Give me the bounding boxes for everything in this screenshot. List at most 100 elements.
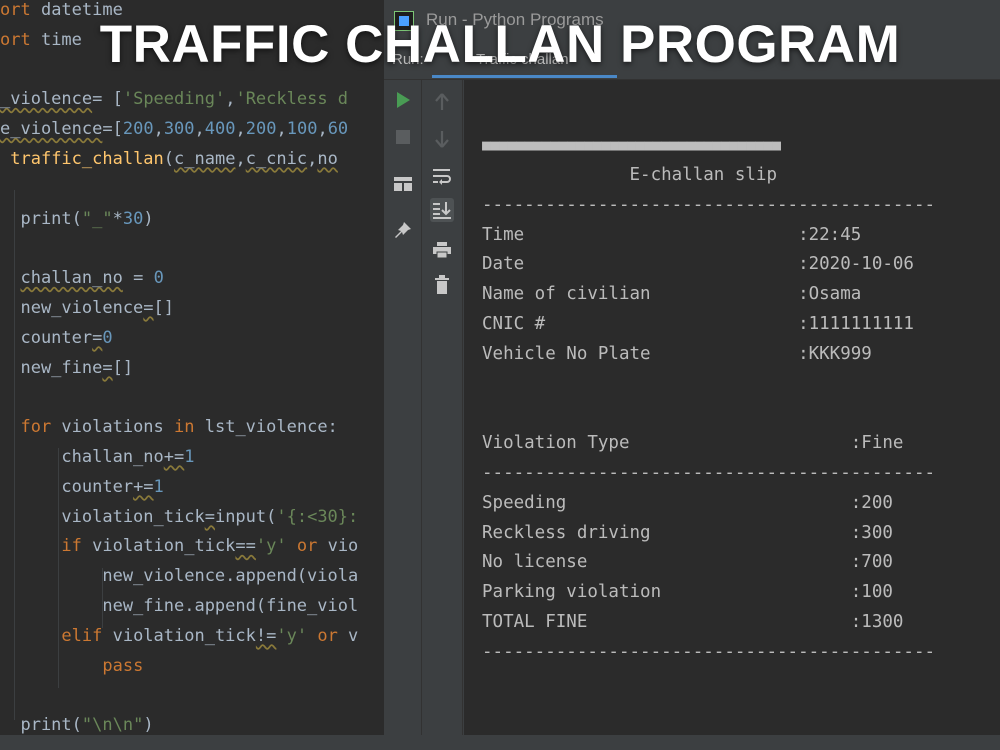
soft-wrap-icon[interactable] [430,164,454,188]
console-line: CNIC # :1111111111 [482,314,914,334]
trash-icon[interactable] [430,273,454,297]
code-line: traffic_challan(c_name,c_cnic,no [0,147,338,171]
code-token: print( [0,715,82,736]
console-line: No license :700 [482,552,893,572]
code-line: _violence= ['Speeding','Reckless d [0,87,348,111]
console-output[interactable]: ■■■■■■■■■■■■■■■■■■■■■■■■■■■■■■■■■■■ E-ch… [464,80,1000,750]
code-token: c_name [174,149,236,169]
code-token: new_fine [0,357,103,378]
code-token: != [255,625,277,646]
code-editor[interactable]: ort datetime ort time _violence= ['Speedi… [0,0,384,750]
overlay-title: TRAFFIC CHALLAN PROGRAM [99,15,901,74]
code-line: challan_no+=1 [0,445,195,469]
play-icon[interactable] [391,88,415,112]
code-token: , [153,119,164,140]
code-token: for [0,417,62,438]
code-token: ) [143,208,154,229]
code-token: = [102,357,113,378]
console-line: ■■■■■■■■■■■■■■■■■■■■■■■■■■■■■■■■■■■ [482,136,781,154]
console-line: Speeding :200 [482,493,893,513]
console-line: Reckless driving :300 [482,523,893,543]
code-token: 'y' [255,536,287,557]
active-tab-indicator [432,75,617,78]
code-token: [] [112,357,134,378]
code-token: no [317,149,338,169]
code-token: 'y' [276,625,308,646]
code-token: = [ [92,89,123,110]
code-token: * [112,208,123,229]
code-line: if violation_tick=='y' or vio [0,534,358,558]
status-bar [0,735,1000,750]
code-token: 60 [327,119,349,140]
stop-icon[interactable] [391,125,415,149]
code-line: new_violence.append(viola [0,564,358,588]
code-token: [] [153,298,175,318]
code-line: e_violence=[200,300,400,200,100,60 [0,117,348,141]
code-token: c_cnic [245,149,308,169]
code-token: "\n\n" [81,715,144,736]
code-token: elif [0,625,113,646]
code-token: new_fine.append(fine_viol [0,596,359,616]
code-token: , [307,149,318,169]
code-token: 'Reckless d [235,89,349,110]
code-token: = [122,268,154,289]
run-toolbar-right [423,80,463,750]
code-token: ( [163,149,175,169]
code-token: counter [0,327,93,348]
code-token: pass [102,655,144,676]
code-token: , [235,119,246,140]
code-line: elif violation_tick!='y' or v [0,624,358,648]
run-window[interactable]: Run - Python Programs Run: Traffic chall… [384,0,1000,750]
code-token: print( [0,208,82,229]
print-icon[interactable] [430,238,454,262]
code-token: =[ [102,119,123,140]
code-token: , [317,119,328,140]
layout-icon[interactable] [391,172,415,196]
code-token: 0 [102,327,113,348]
code-token: 200 [245,119,277,140]
code-line: new_violence=[] [0,296,174,320]
pin-icon[interactable] [391,218,415,242]
code-line: print("\n\n") [0,713,154,737]
code-token: 200 [122,119,154,140]
console-line: ----------------------------------------… [482,463,936,483]
console-line: ----------------------------------------… [482,642,936,662]
code-token: 300 [163,119,195,140]
code-token: ) [143,715,154,736]
code-token: or [307,625,349,646]
code-line: new_fine=[] [0,356,133,380]
code-line: challan_no = 0 [0,266,163,290]
code-token: 1 [153,476,164,497]
code-token: 30 [122,208,144,229]
code-token: = [92,327,103,348]
code-token: _violence [0,89,93,110]
console-line: Violation Type :Fine [482,433,904,453]
code-token: += [163,447,185,467]
code-token: 400 [204,119,236,140]
code-token: , [194,119,205,140]
console-line: Date :2020-10-06 [482,254,914,274]
console-line: Time :22:45 [482,225,862,245]
console-line: ----------------------------------------… [482,195,936,215]
code-token: = [143,298,154,318]
code-token: = [204,506,215,527]
code-token: violation_tick [92,536,236,557]
scroll-to-end-icon[interactable] [430,198,454,222]
code-token: violations [61,417,175,438]
code-token: or [286,536,328,557]
code-token: vio [327,536,359,557]
code-token: traffic_challan [10,149,164,169]
console-line: Parking violation :100 [482,582,893,602]
code-token: lst_violence: [204,417,338,438]
code-token: violation_tick [0,506,205,527]
code-line: counter=0 [0,326,113,350]
arrow-up-icon[interactable] [430,90,454,114]
arrow-down-icon[interactable] [430,127,454,151]
code-token: 1 [184,447,195,467]
code-token: "_" [81,208,113,229]
code-token: violation_tick [112,625,256,646]
code-token: if [0,536,93,557]
code-line: violation_tick=input('{:<30}: [0,505,358,529]
